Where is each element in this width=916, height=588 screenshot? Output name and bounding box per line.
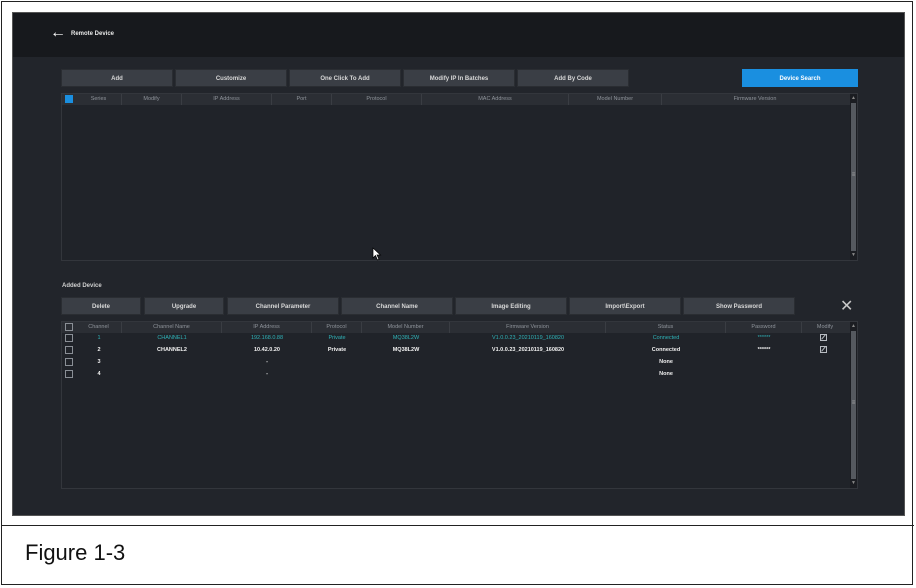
page-title: Remote Device xyxy=(71,31,115,37)
cell-channel: 2 xyxy=(97,347,101,353)
row-checkbox[interactable] xyxy=(65,334,73,342)
mouse-cursor-icon xyxy=(372,247,382,261)
column-header[interactable]: Model Number xyxy=(569,94,662,105)
row-checkbox[interactable] xyxy=(65,370,73,378)
upgrade-button[interactable]: Upgrade xyxy=(144,297,224,315)
scrollbar[interactable]: ▲ ≡ ▼ xyxy=(850,322,857,488)
column-header[interactable]: Protocol xyxy=(332,94,422,105)
figure-caption: Figure 1-3 xyxy=(25,540,126,565)
one-click-add-button[interactable]: One Click To Add xyxy=(289,69,401,87)
scrollbar[interactable]: ▲ ≡ ▼ xyxy=(850,94,857,260)
scroll-down-icon[interactable]: ▼ xyxy=(850,480,857,486)
column-header[interactable]: Model Number xyxy=(362,322,450,333)
cell-ip: - xyxy=(266,359,268,365)
cell-channel: 3 xyxy=(97,359,101,365)
cell-model xyxy=(362,369,450,380)
title-bar: ← Remote Device xyxy=(13,13,904,57)
cell-firmware xyxy=(450,369,606,380)
column-header[interactable]: Firmware Version xyxy=(662,94,848,105)
table-row[interactable]: 2 CHANNEL2 10.42.0.20 Private MQ38L2W V1.0.0.… xyxy=(62,345,857,356)
table-row[interactable]: 1 CHANNEL1 192.168.0.88 Private MQ38L2W V1.0.… xyxy=(62,333,857,344)
cell-name: CHANNEL2 xyxy=(157,347,187,353)
back-arrow-icon[interactable]: ← xyxy=(50,25,66,41)
device-search-button[interactable]: Device Search xyxy=(742,69,858,87)
search-table-header: Series Modify IP Address Port Protocol M… xyxy=(62,94,857,105)
scroll-down-icon[interactable]: ▼ xyxy=(850,252,857,258)
column-header[interactable]: Status xyxy=(606,322,726,333)
channel-parameter-button[interactable]: Channel Parameter xyxy=(227,297,339,315)
cell-ip: 10.42.0.20 xyxy=(254,347,280,353)
cell-firmware: V1.0.0.23_20210119_160820 xyxy=(491,335,565,341)
select-all-checkbox[interactable] xyxy=(65,95,73,103)
cell-channel: 4 xyxy=(97,371,101,377)
cell-status: Connected xyxy=(652,335,680,341)
figure-frame: ← Remote Device Add Customize One Click … xyxy=(1,1,914,585)
grip-icon: ≡ xyxy=(851,400,856,406)
cell-model: MQ38L2W xyxy=(392,335,420,341)
added-table-header: Channel Channel Name IP Address Protocol… xyxy=(62,322,857,333)
delete-button[interactable]: Delete xyxy=(61,297,141,315)
cell-password: ****** xyxy=(757,335,771,341)
column-header[interactable]: MAC Address xyxy=(422,94,569,105)
column-header[interactable]: Firmware Version xyxy=(450,322,606,333)
cell-password xyxy=(726,357,802,368)
cell-channel: 1 xyxy=(97,335,101,341)
row-checkbox[interactable] xyxy=(65,346,73,354)
show-password-button[interactable]: Show Password xyxy=(683,297,795,315)
grip-icon: ≡ xyxy=(851,172,856,178)
cell-firmware: V1.0.0.23_20210119_160820 xyxy=(491,347,565,353)
column-header[interactable]: Protocol xyxy=(312,322,362,333)
cell-password: ****** xyxy=(757,347,771,353)
column-header[interactable]: IP Address xyxy=(182,94,272,105)
cell-firmware xyxy=(450,357,606,368)
column-header[interactable]: Port xyxy=(272,94,332,105)
cell-name xyxy=(122,369,222,380)
modify-ip-batches-button[interactable]: Modify IP In Batches xyxy=(403,69,515,87)
edit-icon[interactable] xyxy=(820,334,827,341)
cell-protocol: Private xyxy=(328,335,346,341)
add-by-code-button[interactable]: Add By Code xyxy=(517,69,629,87)
row-checkbox[interactable] xyxy=(65,358,73,366)
cell-ip: - xyxy=(266,371,268,377)
search-results-table: Series Modify IP Address Port Protocol M… xyxy=(61,93,858,261)
select-all-checkbox[interactable] xyxy=(65,323,73,331)
cell-protocol xyxy=(312,357,362,368)
import-export-button[interactable]: Import\Export xyxy=(569,297,681,315)
cell-model: MQ38L2W xyxy=(392,347,420,353)
scroll-up-icon[interactable]: ▲ xyxy=(850,95,857,101)
cell-protocol: Private xyxy=(327,347,347,353)
added-device-table: Channel Channel Name IP Address Protocol… xyxy=(61,321,858,489)
column-header[interactable]: Channel Name xyxy=(122,322,222,333)
customize-button[interactable]: Customize xyxy=(175,69,287,87)
column-header[interactable]: Password xyxy=(726,322,802,333)
cell-password xyxy=(726,369,802,380)
app-window: ← Remote Device Add Customize One Click … xyxy=(12,12,905,516)
added-device-label: Added Device xyxy=(62,283,102,289)
cell-name xyxy=(122,357,222,368)
cell-name: CHANNEL1 xyxy=(157,335,187,341)
table-row[interactable]: 3 - None xyxy=(62,357,857,368)
cell-status: Connected xyxy=(651,347,681,353)
column-header[interactable]: Modify xyxy=(802,322,848,333)
cell-protocol xyxy=(312,369,362,380)
cell-status: None xyxy=(659,371,673,377)
caption-divider xyxy=(2,525,914,526)
cell-model xyxy=(362,357,450,368)
image-editing-button[interactable]: Image Editing xyxy=(455,297,567,315)
column-header[interactable]: Channel xyxy=(76,322,122,333)
column-header[interactable]: IP Address xyxy=(222,322,312,333)
column-header[interactable]: Series xyxy=(76,94,122,105)
table-row[interactable]: 4 - None xyxy=(62,369,857,380)
cell-status: None xyxy=(659,359,673,365)
scroll-up-icon[interactable]: ▲ xyxy=(850,323,857,329)
cell-ip: 192.168.0.88 xyxy=(250,335,284,341)
edit-icon[interactable] xyxy=(820,346,827,353)
add-button[interactable]: Add xyxy=(61,69,173,87)
channel-name-button[interactable]: Channel Name xyxy=(341,297,453,315)
column-header[interactable]: Modify xyxy=(122,94,182,105)
close-icon[interactable]: ✕ xyxy=(840,299,853,315)
